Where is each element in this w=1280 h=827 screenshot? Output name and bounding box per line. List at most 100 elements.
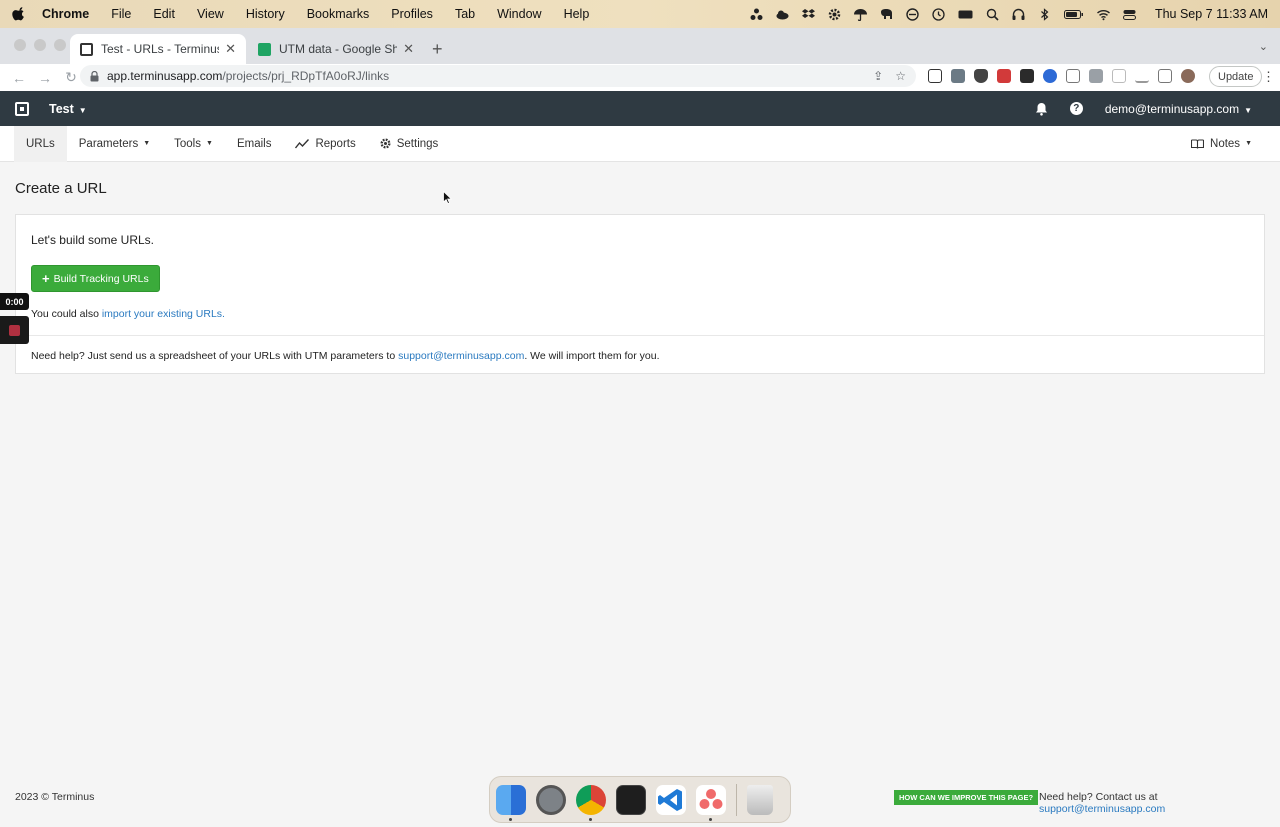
- download-icon[interactable]: [1135, 69, 1149, 83]
- share-icon[interactable]: ⇪: [873, 69, 883, 83]
- user-menu[interactable]: demo@terminusapp.com ▼: [1105, 102, 1252, 116]
- chrome-update-button[interactable]: Update: [1209, 66, 1263, 87]
- asana-icon[interactable]: [696, 784, 726, 821]
- red-badge-extension-icon[interactable]: [997, 69, 1011, 83]
- tab-terminus[interactable]: Test - URLs - TerminusTest - C ✕: [70, 34, 246, 64]
- asana-logo-icon: [699, 788, 723, 809]
- menu-history[interactable]: History: [246, 7, 285, 21]
- plus-icon: +: [42, 271, 50, 286]
- tab-tools[interactable]: Tools ▼: [162, 126, 225, 162]
- battery-icon[interactable]: [1063, 8, 1084, 21]
- trash-icon[interactable]: [747, 784, 773, 815]
- side-panel-icon[interactable]: [1158, 69, 1172, 83]
- dropbox-icon[interactable]: [801, 8, 815, 21]
- chevron-down-icon: ▼: [78, 105, 87, 115]
- terminus-logo-icon[interactable]: [15, 101, 29, 116]
- tab-reports[interactable]: Reports: [283, 126, 367, 162]
- tab-settings[interactable]: Settings: [368, 126, 451, 162]
- back-icon[interactable]: ←: [12, 70, 26, 86]
- close-tab-icon[interactable]: ✕: [225, 41, 236, 57]
- terminal-icon[interactable]: [616, 784, 646, 815]
- close-tab-icon[interactable]: ✕: [403, 41, 414, 57]
- tab-google-sheets[interactable]: UTM data - Google Sheets ✕: [248, 34, 424, 64]
- menu-chrome[interactable]: Chrome: [42, 7, 89, 21]
- menu-view[interactable]: View: [197, 7, 224, 21]
- tab-search-chevron-icon[interactable]: ⌄: [1259, 40, 1268, 53]
- import-urls-link[interactable]: import your existing URLs.: [102, 308, 225, 320]
- grid-extension-icon[interactable]: [1066, 69, 1080, 83]
- shield-extension-icon[interactable]: [974, 69, 988, 83]
- share-nodes-icon[interactable]: [750, 8, 763, 21]
- menu-bookmarks[interactable]: Bookmarks: [307, 7, 370, 21]
- menu-tab[interactable]: Tab: [455, 7, 475, 21]
- forward-icon[interactable]: →: [38, 70, 52, 86]
- contact-email-link[interactable]: support@terminusapp.com: [1039, 803, 1165, 815]
- cloud-icon[interactable]: [776, 8, 789, 21]
- dark-square-extension-icon[interactable]: [1020, 69, 1034, 83]
- keyboard-icon[interactable]: [958, 8, 973, 21]
- build-tracking-urls-button[interactable]: + Build Tracking URLs: [31, 265, 160, 292]
- menu-window[interactable]: Window: [497, 7, 541, 21]
- stop-icon: [9, 324, 20, 336]
- sub-navigation: URLs Parameters ▼ Tools ▼ Emails Reports S…: [0, 125, 1280, 162]
- running-indicator: [709, 817, 712, 821]
- control-center-icon[interactable]: [1122, 8, 1136, 21]
- intro-text: Let's build some URLs.: [31, 233, 155, 247]
- tab-label: URLs: [26, 137, 55, 150]
- chevron-down-icon: ▼: [143, 140, 151, 147]
- vscode-icon[interactable]: [656, 784, 686, 815]
- create-url-card: Let's build some URLs. + Build Tracking U…: [15, 214, 1265, 374]
- cast-icon[interactable]: [1112, 69, 1126, 83]
- terminus-favicon-icon: [80, 42, 93, 56]
- notion-extension-icon[interactable]: [928, 69, 942, 83]
- umbrella-icon[interactable]: [853, 8, 867, 21]
- finder-icon[interactable]: [496, 784, 526, 821]
- menu-help[interactable]: Help: [564, 7, 590, 21]
- tab-parameters[interactable]: Parameters ▼: [67, 126, 162, 162]
- address-bar[interactable]: app.terminusapp.com/projects/prj_RDpTfA0…: [80, 65, 916, 87]
- apple-icon[interactable]: [12, 7, 26, 21]
- help-icon[interactable]: ?: [1069, 102, 1083, 115]
- help-prefix: Need help? Just send us a spreadsheet of…: [31, 350, 399, 362]
- menubar-clock[interactable]: Thu Sep 7 11:33 AM: [1155, 7, 1268, 21]
- url-text[interactable]: app.terminusapp.com/projects/prj_RDpTfA0…: [107, 69, 389, 83]
- menu-profiles[interactable]: Profiles: [391, 7, 433, 21]
- time-machine-icon[interactable]: [932, 7, 945, 21]
- wifi-icon[interactable]: [1096, 8, 1110, 21]
- zoom-window-button[interactable]: [54, 39, 66, 51]
- tab-title: Test - URLs - TerminusTest - C: [101, 42, 219, 56]
- bell-icon[interactable]: [1035, 102, 1048, 116]
- reload-icon[interactable]: ↻: [64, 69, 78, 86]
- headphones-icon[interactable]: [1012, 8, 1025, 21]
- tab-emails[interactable]: Emails: [225, 126, 284, 162]
- dock-separator: [736, 783, 737, 816]
- bluetooth-icon[interactable]: [1038, 7, 1051, 21]
- search-icon[interactable]: [986, 8, 999, 21]
- lock-icon[interactable]: [90, 70, 99, 82]
- gear-icon[interactable]: [828, 8, 841, 21]
- minimize-window-button[interactable]: [34, 39, 46, 51]
- zoom-extension-icon[interactable]: [1043, 69, 1057, 83]
- puzzle-extensions-icon[interactable]: [1089, 69, 1103, 83]
- bookmark-star-icon[interactable]: ☆: [895, 69, 906, 83]
- chrome-menu-icon[interactable]: ⋮: [1262, 69, 1275, 85]
- system-settings-icon[interactable]: [536, 784, 566, 815]
- support-email-link[interactable]: support@terminusapp.com: [398, 350, 524, 362]
- shark-extension-icon[interactable]: [951, 69, 965, 83]
- tab-urls[interactable]: URLs: [14, 125, 67, 162]
- focus-icon[interactable]: [906, 7, 919, 21]
- new-tab-icon[interactable]: +: [432, 39, 443, 60]
- contact-prefix: Need help? Contact us at: [1039, 791, 1158, 803]
- elephant-icon[interactable]: [880, 8, 893, 21]
- help-text: Need help? Just send us a spreadsheet of…: [31, 350, 660, 362]
- menu-edit[interactable]: Edit: [153, 7, 175, 21]
- feedback-button[interactable]: HOW CAN WE IMPROVE THIS PAGE?: [894, 790, 1039, 805]
- chrome-icon[interactable]: [576, 784, 606, 821]
- project-switcher[interactable]: Test ▼: [49, 102, 87, 116]
- stop-recording-button[interactable]: [0, 316, 29, 344]
- menu-file[interactable]: File: [111, 7, 131, 21]
- notes-menu[interactable]: Notes ▼: [1179, 126, 1264, 162]
- close-window-button[interactable]: [14, 39, 26, 51]
- profile-avatar-icon[interactable]: [1181, 69, 1195, 83]
- omnibox-actions: ⇪ ☆: [873, 69, 906, 83]
